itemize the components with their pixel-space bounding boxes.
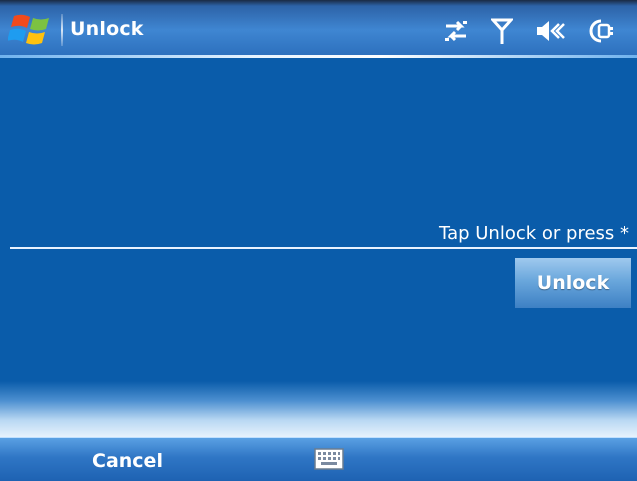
windows-flag-icon <box>7 14 49 45</box>
unlock-button[interactable]: Unlock <box>515 258 631 308</box>
battery-charging-icon[interactable] <box>587 18 615 44</box>
signal-antenna-icon[interactable] <box>491 17 513 45</box>
speaker-muted-icon[interactable] <box>535 18 565 44</box>
device-screen: Unlock Tap Unlock or press * Unlock Canc… <box>0 0 637 481</box>
title-divider <box>61 14 63 46</box>
main-content: Tap Unlock or press * Unlock <box>0 58 637 381</box>
softkey-bar: Cancel <box>0 437 637 481</box>
bottom-gradient <box>0 381 637 437</box>
app-title: Unlock <box>70 18 144 40</box>
separator-line <box>10 247 637 249</box>
start-button[interactable] <box>7 12 56 48</box>
connectivity-arrows-icon[interactable] <box>443 18 469 44</box>
status-icons[interactable] <box>443 14 615 48</box>
title-bar: Unlock <box>0 0 637 58</box>
unlock-prompt: Tap Unlock or press * <box>439 223 629 244</box>
keyboard-icon[interactable] <box>314 448 344 474</box>
cancel-softkey[interactable]: Cancel <box>92 450 163 472</box>
